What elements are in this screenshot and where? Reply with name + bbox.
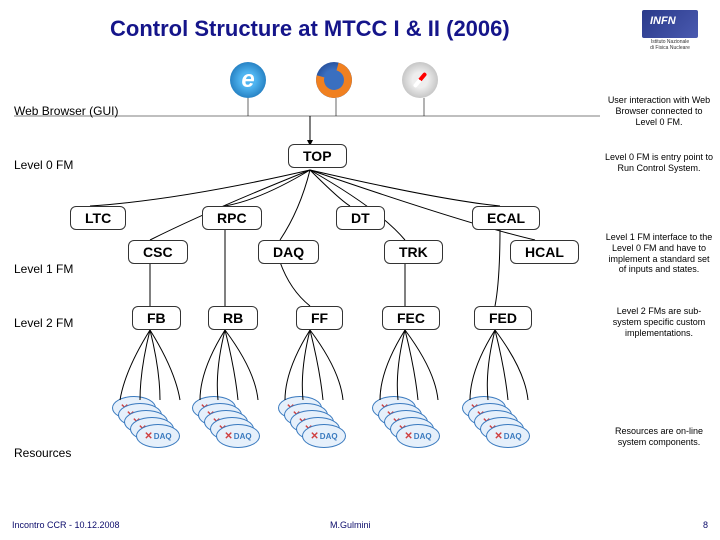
infn-sub2: di Fisica Nucleare	[630, 46, 710, 52]
node-rb: RB	[208, 306, 258, 330]
row-label-l2: Level 2 FM	[14, 316, 73, 330]
node-fb: FB	[132, 306, 181, 330]
firefox-browser-icon	[316, 62, 352, 98]
node-daq: DAQ	[258, 240, 319, 264]
infn-logo-icon: INFN	[642, 10, 698, 38]
node-dt: DT	[336, 206, 385, 230]
row-label-browser: Web Browser (GUI)	[14, 104, 118, 118]
node-rpc: RPC	[202, 206, 262, 230]
footer-center: M.Gulmini	[330, 520, 371, 530]
annotation-l2: Level 2 FMs are sub-system specific cust…	[604, 306, 714, 338]
annotation-l0: Level 0 FM is entry point to Run Control…	[604, 152, 714, 174]
footer-left: Incontro CCR - 10.12.2008	[12, 520, 120, 530]
page-title: Control Structure at MTCC I & II (2006)	[110, 16, 510, 42]
xdaq-stack-3: DAQDAQDAQDAQDAQ	[278, 396, 348, 456]
xdaq-resource-icon: DAQ	[216, 424, 260, 448]
node-ff: FF	[296, 306, 343, 330]
row-label-l0: Level 0 FM	[14, 158, 73, 172]
ie-browser-icon	[230, 62, 266, 98]
node-ltc: LTC	[70, 206, 126, 230]
browser-icons-row	[230, 62, 438, 98]
xdaq-resource-icon: DAQ	[396, 424, 440, 448]
xdaq-resource-icon: DAQ	[486, 424, 530, 448]
xdaq-resource-icon: DAQ	[136, 424, 180, 448]
node-trk: TRK	[384, 240, 443, 264]
xdaq-stack-2: DAQDAQDAQDAQDAQ	[192, 396, 262, 456]
xdaq-stack-5: DAQDAQDAQDAQDAQ	[462, 396, 532, 456]
annotation-res: Resources are on-line system components.	[604, 426, 714, 448]
xdaq-stack-1: DAQDAQDAQDAQDAQ	[112, 396, 182, 456]
node-fed: FED	[474, 306, 532, 330]
node-ecal: ECAL	[472, 206, 540, 230]
xdaq-stack-4: DAQDAQDAQDAQDAQ	[372, 396, 442, 456]
safari-browser-icon	[402, 62, 438, 98]
node-top: TOP	[288, 144, 347, 168]
infn-logo-block: INFN Istituto Nazionale di Fisica Nuclea…	[630, 10, 710, 51]
footer-page-number: 8	[703, 520, 708, 530]
annotation-l1: Level 1 FM interface to the Level 0 FM a…	[604, 232, 714, 275]
annotation-browser: User interaction with Web Browser connec…	[604, 95, 714, 127]
node-hcal: HCAL	[510, 240, 579, 264]
infn-logo-text: INFN	[650, 15, 676, 27]
row-label-res: Resources	[14, 446, 71, 460]
node-fec: FEC	[382, 306, 440, 330]
xdaq-resource-icon: DAQ	[302, 424, 346, 448]
node-csc: CSC	[128, 240, 188, 264]
row-label-l1: Level 1 FM	[14, 262, 73, 276]
